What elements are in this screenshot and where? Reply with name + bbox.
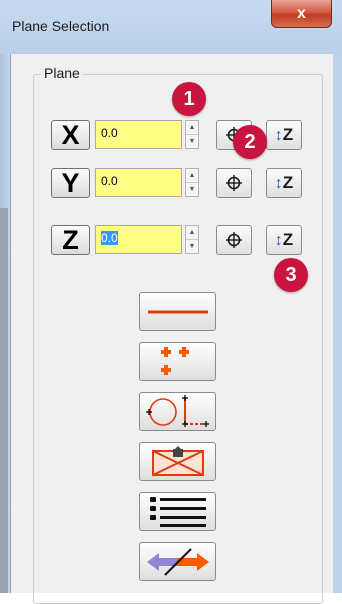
close-icon: x — [297, 4, 306, 22]
y-value-spinner[interactable]: ▲ ▼ — [185, 168, 199, 197]
spinner-down-icon[interactable]: ▼ — [186, 183, 198, 196]
title-bar[interactable]: Plane Selection x — [0, 0, 342, 54]
callout-1-badge: 1 — [172, 82, 206, 116]
y-z-direction-button[interactable]: ↕Z — [266, 168, 302, 198]
y-axis-label: Y — [61, 167, 80, 198]
list-icon — [149, 496, 206, 527]
circle-points-button[interactable] — [139, 392, 216, 431]
z-direction-icon: ↕Z — [274, 125, 294, 144]
window-frame-right — [333, 54, 342, 593]
swap-plane-button[interactable] — [139, 542, 216, 581]
crosshair-icon — [226, 175, 242, 191]
z-value-text: 0.0 — [101, 231, 118, 245]
x-value-text: 0.0 — [101, 126, 118, 140]
circle-points-icon — [145, 394, 209, 427]
scrollbar[interactable] — [0, 208, 8, 593]
z-value-field[interactable]: 0.0 — [95, 225, 182, 254]
line-plane-button[interactable] — [139, 292, 216, 331]
spinner-up-icon[interactable]: ▲ — [186, 169, 198, 183]
plane-selection-window: Plane Selection x Plane X 0.0 ▲ ▼ ↕Z Y 0… — [0, 0, 342, 604]
z-z-direction-button[interactable]: ↕Z — [266, 225, 302, 255]
spinner-down-icon[interactable]: ▼ — [186, 135, 198, 148]
dialog-body: Plane X 0.0 ▲ ▼ ↕Z Y 0.0 ▲ ▼ ↕Z Z 0.0 ▲ … — [10, 54, 333, 604]
callout-1-text: 1 — [183, 87, 195, 110]
points-icon — [160, 346, 189, 375]
z-pick-point-button[interactable] — [216, 225, 252, 255]
y-value-field[interactable]: 0.0 — [95, 168, 182, 197]
spinner-up-icon[interactable]: ▲ — [186, 226, 198, 240]
plane-group-label: Plane — [41, 65, 83, 81]
z-axis-button[interactable]: Z — [51, 225, 90, 255]
box-plane-button[interactable] — [139, 442, 216, 481]
close-button[interactable]: x — [271, 0, 332, 28]
z-direction-icon: ↕Z — [274, 230, 294, 249]
callout-2-badge: 2 — [233, 125, 267, 159]
x-axis-label: X — [61, 119, 80, 150]
line-icon — [147, 310, 208, 313]
x-value-spinner[interactable]: ▲ ▼ — [185, 120, 199, 149]
x-axis-button[interactable]: X — [51, 120, 90, 150]
crosshair-icon — [226, 232, 242, 248]
z-axis-label: Z — [62, 224, 79, 255]
callout-3-text: 3 — [285, 263, 297, 286]
list-plane-button[interactable] — [139, 492, 216, 531]
callout-3-badge: 3 — [274, 258, 308, 292]
z-value-spinner[interactable]: ▲ ▼ — [185, 225, 199, 254]
z-direction-icon: ↕Z — [274, 173, 294, 192]
y-pick-point-button[interactable] — [216, 168, 252, 198]
callout-2-text: 2 — [244, 130, 256, 153]
x-z-direction-button[interactable]: ↕Z — [266, 120, 302, 150]
y-value-text: 0.0 — [101, 174, 118, 188]
box-icon — [151, 445, 204, 476]
y-axis-button[interactable]: Y — [51, 168, 90, 198]
spinner-down-icon[interactable]: ▼ — [186, 240, 198, 253]
window-title: Plane Selection — [12, 18, 110, 34]
spinner-up-icon[interactable]: ▲ — [186, 121, 198, 135]
swap-arrow-icon — [146, 547, 209, 576]
x-value-field[interactable]: 0.0 — [95, 120, 182, 149]
three-points-button[interactable] — [139, 342, 216, 381]
